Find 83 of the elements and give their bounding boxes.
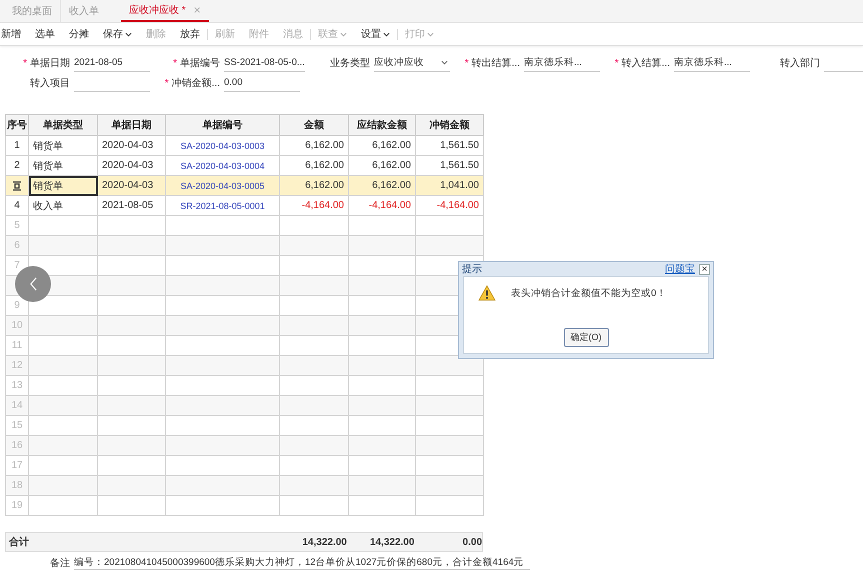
input-field[interactable]: SS-2021-08-05-0...	[224, 54, 305, 72]
table-cell: 销货单	[33, 140, 63, 152]
row-number: 7	[14, 260, 20, 271]
toolbar-button[interactable]: 放弃	[173, 28, 208, 40]
field-label: * 转出结算...	[464, 56, 520, 70]
table-cell: 6,162.00	[372, 180, 411, 191]
row-number: 2	[14, 160, 20, 171]
row-number: 12	[11, 360, 23, 371]
table-cell: 1,561.50	[440, 140, 479, 151]
row-number: 18	[11, 480, 23, 491]
table-cell-text: 14,322.00	[368, 536, 414, 548]
row-number: 14	[11, 400, 23, 411]
field-label: * 冲销金额...	[164, 76, 220, 90]
table-cell: 1,561.50	[440, 160, 479, 171]
input-field[interactable]: 0.00	[224, 74, 300, 92]
table-cell: -4,164.00	[368, 200, 411, 211]
back-button[interactable]	[15, 266, 51, 302]
input-field[interactable]: 南京德乐科...	[524, 54, 600, 72]
table-cell: 2020-04-03	[102, 140, 154, 151]
table-cell-text: 0.00	[462, 536, 482, 548]
table-cell: 6,162.00	[305, 140, 344, 151]
table-cell: 销货单	[33, 160, 63, 172]
row-number: 13	[11, 380, 23, 391]
row-number: 11	[12, 340, 22, 351]
table-cell: 销货单	[33, 180, 63, 192]
row-number: 5	[14, 220, 20, 231]
table-cell: -4,164.00	[302, 200, 344, 211]
column-header: 应结款金额	[348, 114, 416, 136]
row-number: 9	[14, 300, 20, 311]
field-label: * 转入结算...	[614, 56, 670, 70]
row-number: 15	[11, 420, 23, 431]
remark-field[interactable]: 编号：202108041045000399600德乐采购大力神灯，12台单价从1027元价保的680元，合计金额4164元	[74, 556, 530, 570]
row-pointer-icon	[12, 180, 22, 190]
caret-icon	[427, 32, 434, 36]
field-label: 转入项目	[29, 76, 70, 90]
column-header: 单据类型	[28, 114, 98, 136]
warning-icon	[478, 285, 496, 301]
field-label: 转入部门	[779, 56, 820, 70]
column-header: 单据日期	[98, 114, 166, 136]
dialog-message: 表头冲销合计金额值不能为空或0！	[511, 286, 666, 300]
chevron-left-icon	[28, 277, 38, 291]
help-link[interactable]: 问题宝	[665, 262, 695, 276]
row-number: 6	[14, 240, 20, 251]
ok-button[interactable]: 确定(O)	[564, 328, 608, 347]
caret-icon	[441, 60, 448, 65]
toolbar-button[interactable]: 设置	[354, 28, 398, 40]
toolbar-button[interactable]: 选单	[28, 27, 62, 41]
table-cell: 1,041.00	[440, 180, 479, 191]
row-number: 19	[11, 500, 23, 511]
column-header: 冲销金额	[416, 114, 484, 136]
field-label: * 单据日期	[22, 56, 70, 70]
caret-icon	[340, 32, 347, 36]
input-field[interactable]: 南京德乐科...	[674, 54, 750, 72]
table-cell: 6,162.00	[372, 140, 411, 151]
select-field[interactable]: 应收冲应收	[374, 54, 450, 72]
table-cell: 2020-04-03	[102, 160, 154, 171]
column-header: 序号	[6, 114, 28, 136]
row-number: 17	[11, 460, 23, 471]
field-label: * 单据编号	[172, 56, 220, 70]
column-header: 金额	[280, 114, 348, 136]
table-cell: 6,162.00	[372, 160, 411, 171]
table-cell: 2021-08-05	[102, 200, 154, 211]
close-button[interactable]: ×	[699, 264, 710, 274]
row-number: 16	[11, 440, 23, 451]
totals-label: 合计	[8, 536, 30, 549]
remark-label: 备注	[50, 556, 70, 570]
table-cell: 2020-04-03	[102, 180, 154, 191]
table-cell: 6,162.00	[305, 160, 344, 171]
toolbar-button[interactable]: 新增	[0, 27, 28, 41]
row-number: 1	[14, 140, 20, 151]
column-header: 单据编号	[166, 114, 280, 136]
table-cell: -4,164.00	[436, 200, 479, 211]
row-number: 4	[14, 200, 20, 211]
caret-icon	[125, 32, 132, 36]
row-number: 10	[11, 320, 23, 331]
table-cell-text: 14,322.00	[301, 536, 347, 548]
table-cell: 收入单	[33, 200, 63, 212]
input-field[interactable]: 2021-08-05	[74, 54, 150, 72]
caret-icon	[383, 32, 390, 36]
dialog-title: 提示	[462, 263, 482, 276]
toolbar-button[interactable]: 分摊	[62, 27, 96, 41]
toolbar-button[interactable]: 保存	[96, 27, 139, 41]
table-cell: 6,162.00	[305, 180, 344, 191]
